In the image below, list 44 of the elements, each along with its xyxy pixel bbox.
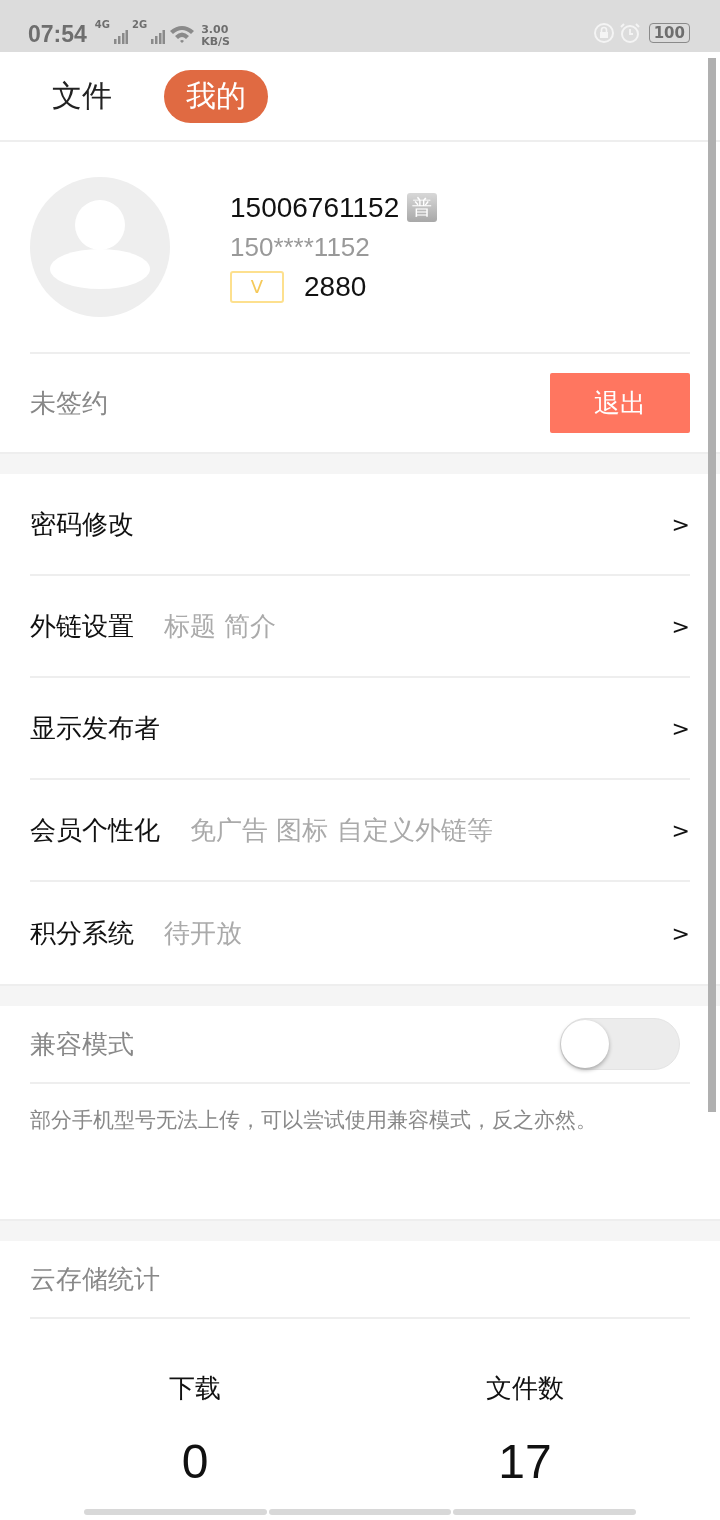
menu-label: 积分系统 [30,916,134,950]
chevron: > [671,715,690,741]
menu-label: 会员个性化 [30,813,160,847]
masked-phone: 150****1152 [230,231,371,263]
chevron: > [671,817,690,843]
menu-label: 显示发布者 [30,711,160,745]
stat-label: 文件数 [486,1372,564,1405]
network-type: 4G [94,19,110,30]
menu-label: 密码修改 [30,507,134,541]
setting-description: 部分手机型号无法上传，可以尝试使用兼容模式，反之亦然。 [30,1107,598,1134]
menu-label: 外链设置 [30,609,134,643]
toggle-switch[interactable] [560,1018,680,1070]
vip-badge: V [230,270,284,303]
clock-time: 07:54 [28,21,87,48]
wifi-icon [169,24,196,44]
menu-item[interactable]: 外链设置 标题 简介 > [30,576,690,678]
menu-item[interactable]: 积分系统 待开放 > [30,882,690,984]
network-speed: 3.00 KB/S [201,24,231,48]
tab[interactable]: 文件 [30,69,134,123]
member-badge: 普 [407,193,438,222]
chevron: > [671,920,690,946]
menu-hint: 标题 简介 [164,609,277,643]
chevron: > [671,613,690,639]
battery-level: 100 [648,23,690,43]
menu-hint: 免广告 图标 自定义外链等 [190,813,493,847]
network-type: 2G [132,19,148,30]
rotation-lock-icon [592,22,615,44]
scrollbar[interactable] [708,58,716,1112]
menu-item[interactable]: 显示发布者 > [30,678,690,780]
stat-value: 17 [498,1434,552,1489]
section-title: 云存储统计 [30,1262,160,1296]
signal-icon [114,30,128,44]
stat-label: 下载 [169,1372,221,1405]
menu-item[interactable]: 密码修改 > [30,474,690,576]
stat-value: 0 [181,1434,209,1489]
menu-item[interactable]: 会员个性化 免广告 图标 自定义外链等 > [30,780,690,882]
sign-status: 未签约 [30,386,108,420]
points-value: 2880 [304,270,367,303]
chevron: > [671,511,690,537]
menu-hint: 待开放 [164,916,242,950]
user-name: 15006761152 [230,191,400,224]
alarm-icon [618,22,641,44]
signal-icon [151,30,166,44]
setting-label: 兼容模式 [30,1027,134,1061]
